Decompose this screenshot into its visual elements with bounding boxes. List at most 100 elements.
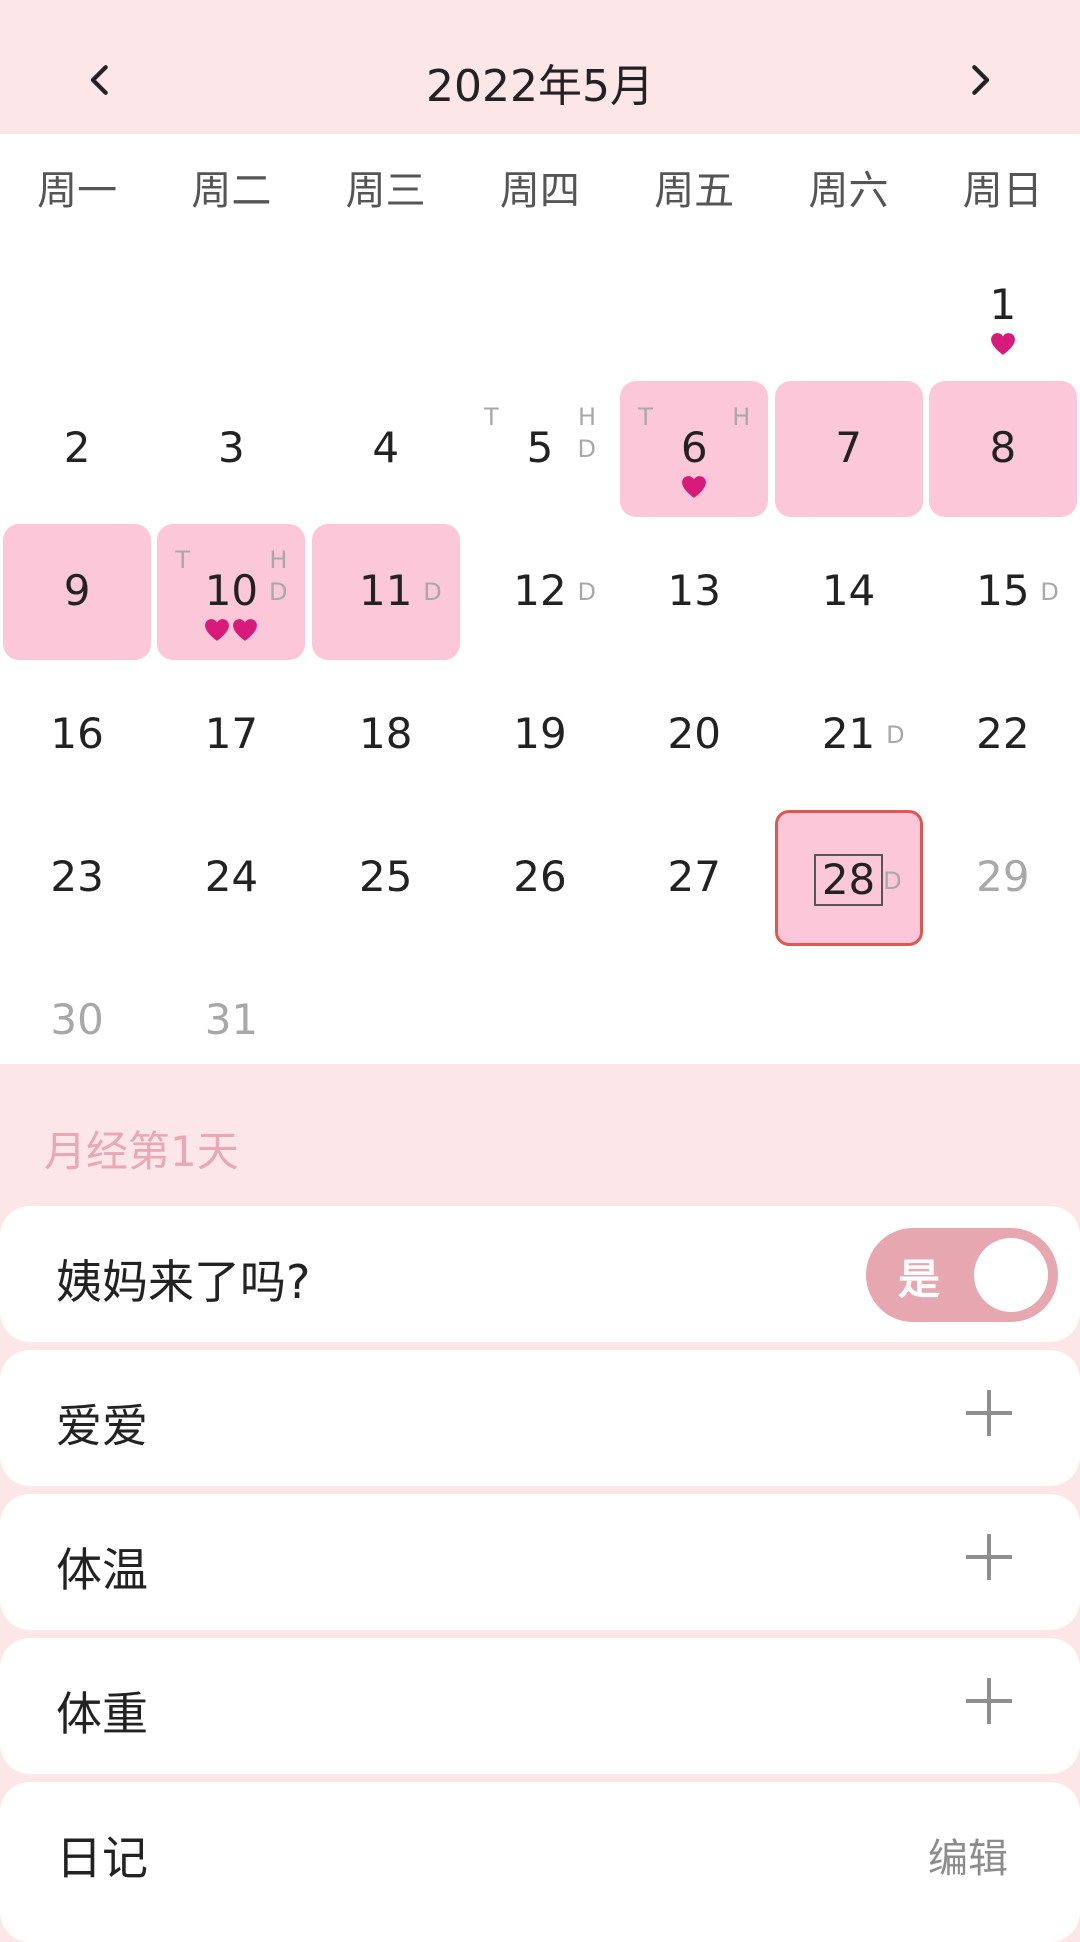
weight-label: 体重	[56, 1687, 148, 1741]
weight-row[interactable]: 体重	[0, 1638, 1080, 1774]
day-cell-30[interactable]: 30	[3, 953, 151, 1089]
day-number: 14	[821, 566, 876, 615]
temperature-label: 体温	[56, 1543, 148, 1597]
day-number: 2	[63, 423, 91, 472]
next-month-button[interactable]	[940, 40, 1020, 120]
heart-icon	[680, 476, 708, 503]
day-number: 16	[50, 709, 104, 758]
day-marker-d: D	[883, 867, 902, 895]
day-cell-31[interactable]: 31	[157, 953, 305, 1089]
day-cell-23[interactable]: 23	[3, 810, 151, 946]
day-cell-27[interactable]: 27	[620, 810, 768, 946]
day-cell-6[interactable]: 6TH	[620, 381, 769, 517]
day-number: 30	[50, 995, 104, 1044]
day-cell-18[interactable]: 18	[312, 667, 460, 803]
day-cell-15[interactable]: 15 D	[929, 524, 1077, 660]
day-cell-26[interactable]: 26	[466, 810, 614, 946]
love-label: 爱爱	[56, 1399, 148, 1453]
calendar-header: 2022年5月	[0, 0, 1080, 134]
day-cell-2[interactable]: 2	[3, 381, 151, 517]
add-temperature-button[interactable]	[966, 1534, 1012, 1580]
day-number: 19	[513, 709, 567, 758]
weekday-label: 周三	[345, 168, 426, 214]
day-cell-22[interactable]: 22	[929, 667, 1077, 803]
day-number: 1	[989, 280, 1017, 329]
day-number: 25	[358, 852, 413, 901]
day-cell-1[interactable]: 1	[929, 238, 1077, 374]
day-marker-t: T	[175, 546, 191, 574]
day-cell-5[interactable]: 5THD	[466, 381, 614, 517]
day-number: 31	[204, 995, 259, 1044]
day-marker-h: H	[269, 546, 288, 574]
day-number: 4	[372, 423, 400, 472]
day-marker-d: D	[886, 721, 905, 749]
day-cell-12[interactable]: 12 D	[466, 524, 614, 660]
day-cell-21[interactable]: 21 D	[775, 667, 923, 803]
day-number: 23	[50, 852, 104, 901]
day-number: 22	[976, 709, 1030, 758]
add-love-button[interactable]	[966, 1390, 1012, 1436]
day-marker-h: H	[732, 403, 751, 431]
day-cell-28[interactable]: 28 D	[774, 810, 923, 946]
day-cell-10[interactable]: 10 T H D	[157, 524, 306, 660]
day-number: 7	[835, 423, 862, 472]
weekday-label: 周二	[191, 168, 272, 214]
day-cell-9[interactable]: 9	[3, 524, 152, 660]
day-number: 26	[513, 852, 567, 901]
day-cell-16[interactable]: 16	[3, 667, 151, 803]
heart-icon	[203, 619, 231, 646]
day-cell-3[interactable]: 3	[157, 381, 305, 517]
love-row[interactable]: 爱爱	[0, 1350, 1080, 1486]
day-cell-17[interactable]: 17	[157, 667, 305, 803]
weekday-label: 周五	[654, 168, 735, 214]
weekday-header-row: 周一 周二 周三 周四 周五 周六 周日	[0, 158, 1080, 218]
day-number: 3	[218, 423, 245, 472]
edit-diary-button[interactable]: 编辑	[928, 1826, 1008, 1884]
day-number: 29	[976, 852, 1030, 901]
day-cell-25[interactable]: 25	[312, 810, 460, 946]
heart-icon	[989, 333, 1017, 360]
calendar-grid: 周一 周二 周三 周四 周五 周六 周日 1 2 3 4 5 T H D 6 T H 7 8 9 10 T H D…	[0, 134, 1080, 1064]
day-cell-7[interactable]: 7	[774, 381, 923, 517]
weekday-label: 周六	[808, 168, 889, 214]
day-cell-8[interactable]: 8	[928, 381, 1077, 517]
period-status-text: 月经第1天	[44, 1127, 239, 1176]
weekday-label: 周一	[37, 168, 118, 214]
day-cell-20[interactable]: 20	[620, 667, 768, 803]
love-hearts	[157, 618, 305, 646]
day-marker-t: T	[638, 403, 653, 431]
day-marker-d: D	[423, 578, 442, 606]
day-cell-13[interactable]: 13	[620, 524, 768, 660]
day-cell-14[interactable]: 14	[775, 524, 923, 660]
day-marker-d: D	[577, 578, 596, 606]
weekday-label: 周四	[499, 168, 580, 214]
day-marker-d: D	[1040, 578, 1059, 606]
temperature-row[interactable]: 体温	[0, 1494, 1080, 1630]
day-cell-4[interactable]: 4	[312, 381, 460, 517]
love-hearts	[929, 332, 1077, 360]
day-number: 8	[989, 423, 1017, 472]
diary-label: 日记	[56, 1831, 148, 1885]
chevron-right-icon	[972, 65, 990, 95]
day-marker-d: D	[577, 435, 596, 463]
love-hearts	[620, 475, 768, 503]
day-cell-11[interactable]: 11 D	[311, 524, 460, 660]
add-weight-button[interactable]	[966, 1678, 1012, 1724]
period-toggle[interactable]: 是	[866, 1228, 1058, 1322]
diary-row[interactable]: 日记 编辑	[0, 1782, 1080, 1942]
day-cell-19[interactable]: 19	[466, 667, 614, 803]
toggle-knob	[974, 1238, 1048, 1312]
day-marker-d: D	[268, 578, 288, 606]
day-number: 20	[667, 709, 721, 758]
day-marker-t: T	[484, 403, 499, 431]
day-cell-24[interactable]: 24	[157, 810, 305, 946]
day-number: 18	[358, 709, 413, 758]
day-number: 17	[204, 709, 259, 758]
day-cell-29[interactable]: 29	[929, 810, 1077, 946]
day-number: 13	[667, 566, 721, 615]
period-question-card: 姨妈来了吗? 是	[0, 1206, 1080, 1342]
month-title: 2022年5月	[426, 61, 654, 112]
weekday-label: 周日	[962, 168, 1043, 214]
period-question-label: 姨妈来了吗?	[56, 1255, 311, 1309]
toggle-label: 是	[898, 1255, 941, 1304]
